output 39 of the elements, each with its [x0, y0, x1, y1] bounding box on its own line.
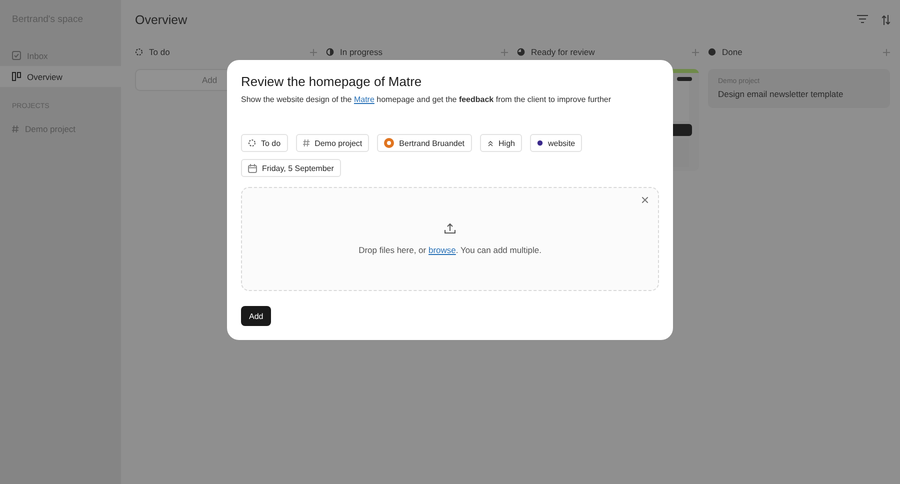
page-title: Overview [135, 13, 188, 27]
matre-link[interactable]: Matre [354, 95, 374, 104]
avatar-icon [384, 138, 394, 148]
double-chevron-up-icon [486, 140, 494, 146]
browse-link[interactable]: browse [428, 245, 456, 256]
upload-icon [444, 223, 456, 236]
date-chip[interactable]: Friday, 5 September [241, 159, 341, 177]
sort-icon[interactable] [882, 15, 890, 25]
close-icon[interactable] [642, 197, 648, 203]
pie-circle-icon [517, 48, 525, 56]
half-circle-icon [326, 48, 334, 56]
column-title: Ready for review [531, 47, 595, 57]
filled-circle-icon [708, 48, 716, 56]
add-button[interactable]: Add [241, 306, 272, 326]
project-chip[interactable]: Demo project [296, 134, 370, 152]
inbox-icon [12, 51, 21, 60]
task-description: Show the website design of the Matre homepage and get the feedback from the client to improve further [241, 95, 612, 104]
column-title: In progress [340, 47, 383, 57]
dashed-circle-icon [135, 48, 143, 56]
hash-icon [302, 139, 310, 147]
filter-icon[interactable] [857, 15, 868, 23]
dropzone-text: Drop files here, or browse. You can add multiple. [358, 245, 542, 256]
tag-chip[interactable]: website [530, 134, 582, 152]
column-title: Done [722, 47, 742, 57]
dashed-circle-icon [248, 139, 256, 147]
status-chip[interactable]: To do [241, 134, 288, 152]
card-title: Design email newsletter template [718, 89, 844, 99]
assignee-chip[interactable]: Bertrand Bruandet [377, 134, 472, 152]
add-icon[interactable] [883, 48, 890, 56]
add-icon[interactable] [501, 48, 508, 56]
column-title: To do [149, 47, 170, 57]
sidebar-item[interactable]: Overview [0, 66, 121, 87]
add-icon[interactable] [692, 48, 699, 56]
calendar-icon [248, 164, 257, 172]
priority-chip[interactable]: High [480, 134, 522, 152]
hash-icon [12, 124, 19, 132]
board-icon [12, 72, 21, 81]
file-dropzone[interactable]: Drop files here, or browse. You can add multiple. [241, 187, 659, 292]
add-icon[interactable] [310, 48, 317, 56]
